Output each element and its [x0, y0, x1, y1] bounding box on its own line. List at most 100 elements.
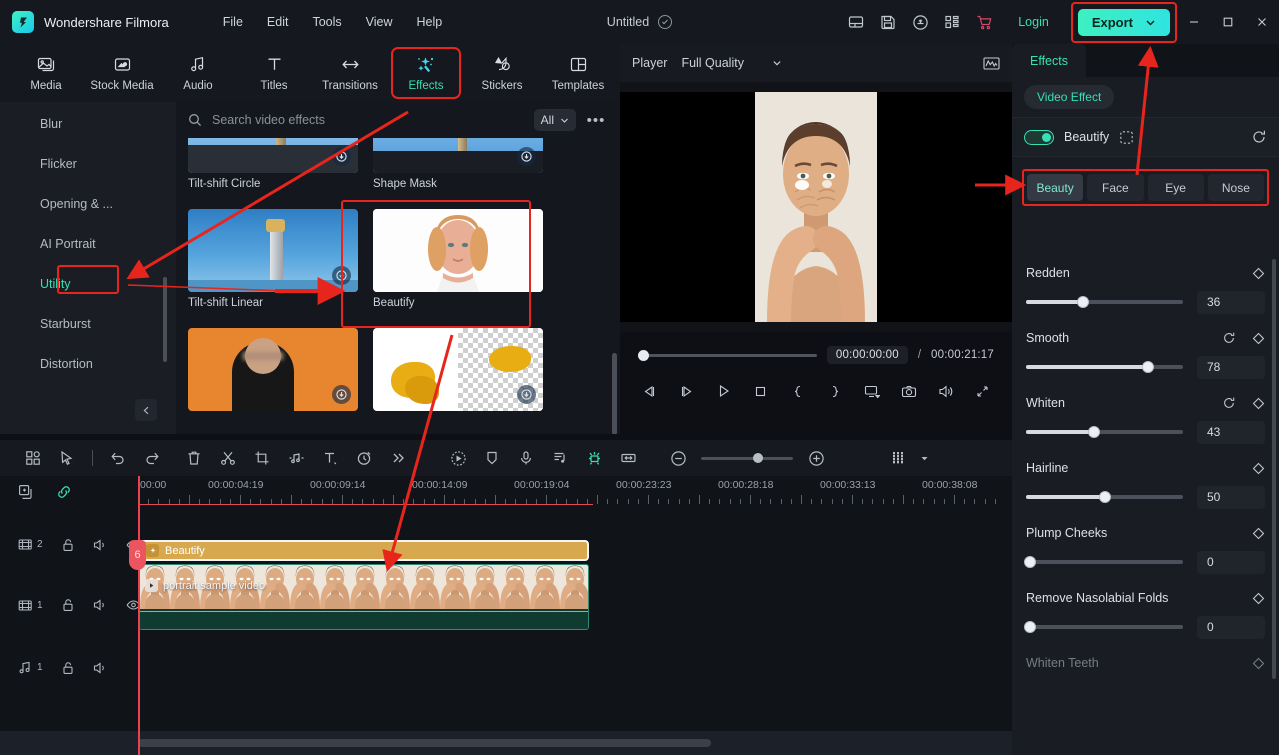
param-slider[interactable]: [1026, 426, 1183, 438]
maximize-button[interactable]: [1211, 0, 1245, 44]
add-track-icon[interactable]: [18, 484, 34, 500]
category-distortion[interactable]: Distortion: [0, 344, 176, 384]
auto-sync-icon[interactable]: [577, 444, 611, 472]
menu-help[interactable]: Help: [405, 11, 455, 33]
prev-frame-icon[interactable]: [637, 379, 663, 403]
video-effect-chip[interactable]: Video Effect: [1024, 85, 1115, 109]
download-icon[interactable]: [517, 385, 536, 404]
subtab-face[interactable]: Face: [1087, 174, 1144, 201]
menu-view[interactable]: View: [354, 11, 405, 33]
category-starburst[interactable]: Starburst: [0, 304, 176, 344]
text-icon[interactable]: [313, 444, 347, 472]
project-media-icon[interactable]: [16, 444, 50, 472]
param-value[interactable]: 50: [1197, 485, 1265, 509]
search-input[interactable]: [212, 113, 526, 127]
keyframe-diamond-icon[interactable]: [1252, 397, 1265, 410]
param-slider[interactable]: [1026, 296, 1183, 308]
mask-icon[interactable]: [1119, 130, 1134, 145]
download-icon[interactable]: [332, 385, 351, 404]
mute-icon[interactable]: [93, 661, 108, 675]
zoom-out-icon[interactable]: [661, 444, 695, 472]
split-icon[interactable]: [211, 444, 245, 472]
reset-icon[interactable]: [1251, 129, 1267, 145]
keyframe-diamond-icon[interactable]: [1252, 527, 1265, 540]
menu-file[interactable]: File: [211, 11, 255, 33]
timeline-horizontal-scrollbar[interactable]: [138, 739, 711, 747]
download-icon[interactable]: [517, 147, 536, 166]
fullscreen-icon[interactable]: [970, 379, 996, 403]
lock-icon[interactable]: [61, 661, 75, 675]
apps-grid-icon[interactable]: [936, 8, 968, 36]
keyframe-diamond-icon[interactable]: [1252, 332, 1265, 345]
mark-out-icon[interactable]: [822, 379, 848, 403]
param-value[interactable]: 0: [1197, 615, 1265, 639]
nav-tab-templates[interactable]: Templates: [544, 48, 612, 98]
category-ai-portrait[interactable]: AI Portrait: [0, 224, 176, 264]
cart-icon[interactable]: [968, 8, 1000, 36]
next-frame-icon[interactable]: [674, 379, 700, 403]
record-voice-icon[interactable]: [509, 444, 543, 472]
timeline-zoom-slider[interactable]: [701, 453, 793, 463]
param-reset-icon[interactable]: [1222, 331, 1236, 345]
filter-dropdown[interactable]: All: [533, 109, 576, 131]
category-scrollbar[interactable]: [163, 277, 167, 362]
playhead[interactable]: 6: [129, 476, 146, 755]
screen-icon[interactable]: [859, 379, 885, 403]
collapse-sidebar-button[interactable]: [135, 399, 157, 421]
nav-tab-media[interactable]: Media: [12, 48, 80, 98]
login-button[interactable]: Login: [1006, 10, 1061, 34]
nav-tab-stock-media[interactable]: Stock Media: [88, 48, 156, 98]
save-icon[interactable]: [872, 8, 904, 36]
waveform-icon[interactable]: [983, 56, 1000, 71]
delete-icon[interactable]: [177, 444, 211, 472]
export-button[interactable]: Export: [1077, 8, 1170, 36]
category-blur[interactable]: Blur: [0, 104, 176, 144]
nav-tab-effects[interactable]: Effects: [391, 47, 461, 99]
subtab-eye[interactable]: Eye: [1147, 174, 1204, 201]
effect-enable-toggle[interactable]: [1024, 129, 1054, 145]
param-value[interactable]: 36: [1197, 290, 1265, 314]
beat-detect-icon[interactable]: [543, 444, 577, 472]
lock-icon[interactable]: [61, 538, 75, 552]
color-match-icon[interactable]: [441, 444, 475, 472]
mute-icon[interactable]: [93, 598, 108, 612]
param-value[interactable]: 43: [1197, 420, 1265, 444]
param-slider[interactable]: [1024, 621, 1183, 633]
undo-icon[interactable]: [101, 444, 135, 472]
keyframe-diamond-icon[interactable]: [1252, 657, 1265, 670]
timeline-ruler[interactable]: 00:00 00:00:04:19 00:00:09:14 00:00:14:0…: [138, 476, 1012, 508]
volume-icon[interactable]: [933, 379, 959, 403]
param-value[interactable]: 78: [1197, 355, 1265, 379]
category-opening[interactable]: Opening & ...: [0, 184, 176, 224]
grid-view-icon[interactable]: [881, 444, 915, 472]
category-flicker[interactable]: Flicker: [0, 144, 176, 184]
nav-tab-transitions[interactable]: Transitions: [316, 48, 384, 98]
param-slider[interactable]: [1026, 491, 1183, 503]
zoom-in-icon[interactable]: [799, 444, 833, 472]
effect-cell-beautify[interactable]: Beautify: [373, 209, 543, 309]
select-tool-icon[interactable]: [50, 444, 84, 472]
nav-tab-stickers[interactable]: Stickers: [468, 48, 536, 98]
properties-scrollbar[interactable]: [1272, 259, 1276, 679]
nav-tab-titles[interactable]: Titles: [240, 48, 308, 98]
mark-in-icon[interactable]: [785, 379, 811, 403]
effect-cell[interactable]: Tilt-shift Circle: [188, 138, 358, 190]
keyframe-diamond-icon[interactable]: [1252, 592, 1265, 605]
effects-grid-scrollbar[interactable]: [612, 353, 617, 434]
video-canvas[interactable]: [620, 92, 1012, 322]
effect-cell[interactable]: Tilt-shift Linear: [188, 209, 358, 309]
menu-tools[interactable]: Tools: [300, 11, 353, 33]
quality-dropdown[interactable]: Full Quality: [681, 56, 782, 70]
lock-icon[interactable]: [61, 598, 75, 612]
crop-icon[interactable]: [245, 444, 279, 472]
seek-bar[interactable]: [638, 349, 817, 361]
more-options-icon[interactable]: •••: [584, 109, 608, 131]
play-icon[interactable]: [711, 379, 737, 403]
clip-portrait-video[interactable]: portrait sample video: [139, 564, 589, 630]
tab-effects[interactable]: Effects: [1012, 44, 1086, 77]
download-icon[interactable]: [332, 266, 351, 285]
clip-beautify[interactable]: Beautify: [139, 540, 589, 561]
stop-icon[interactable]: [748, 379, 774, 403]
nav-tab-audio[interactable]: Audio: [164, 48, 232, 98]
cloud-upload-icon[interactable]: [904, 8, 936, 36]
